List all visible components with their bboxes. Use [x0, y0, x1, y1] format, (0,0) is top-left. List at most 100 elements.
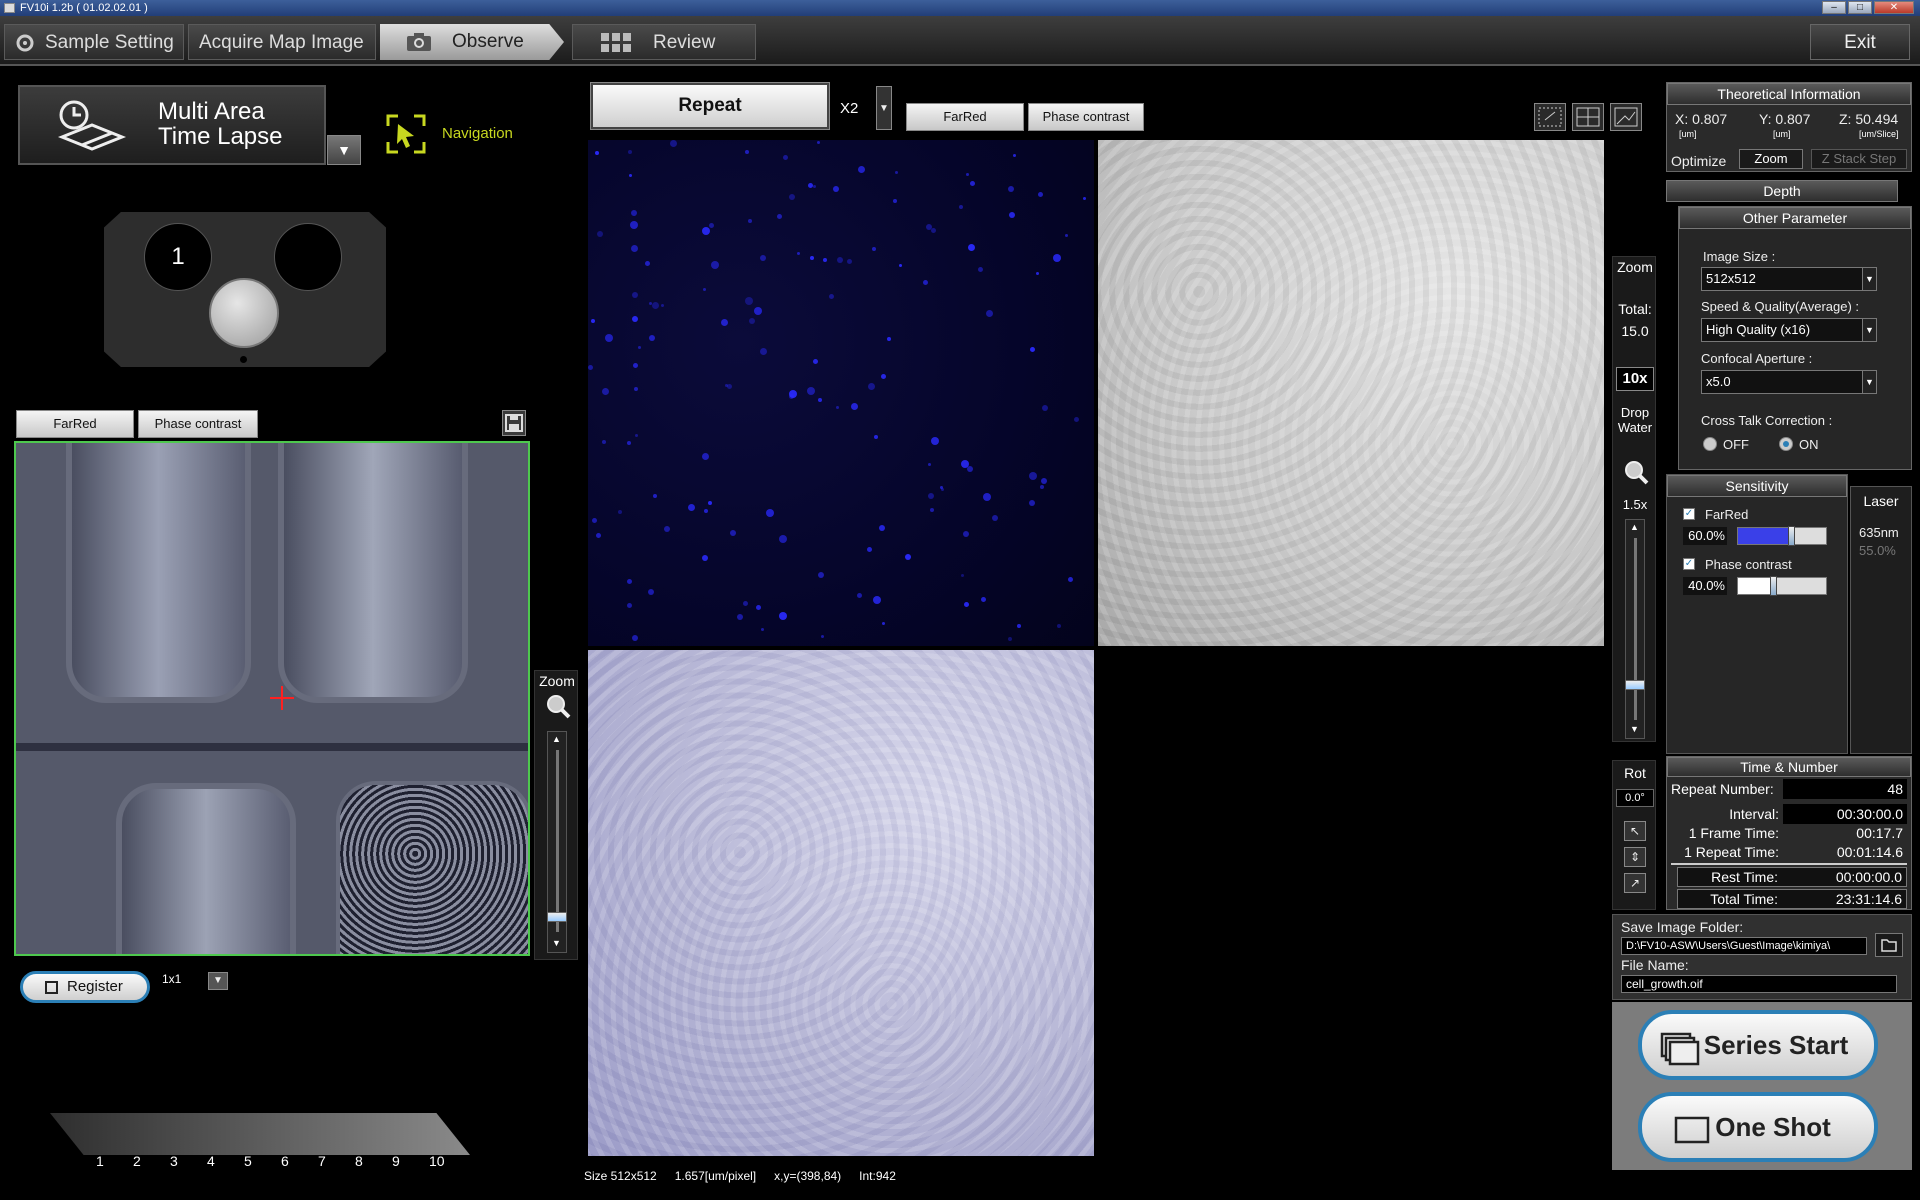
view-grid-button[interactable] — [1572, 103, 1604, 131]
farred-sensitivity-slider[interactable] — [1737, 526, 1827, 546]
slider-thumb[interactable] — [1770, 576, 1778, 596]
gear-icon — [16, 34, 34, 52]
slider-down-arrow[interactable]: ▼ — [1630, 724, 1639, 734]
navigation-label: Navigation — [442, 125, 513, 142]
tab-review[interactable]: Review — [572, 24, 756, 60]
objective-zoom-slider[interactable]: ▲ ▼ — [1625, 519, 1645, 739]
status-xy: x,y=(398,84) — [774, 1169, 842, 1183]
nucleus-dot — [823, 258, 827, 262]
nucleus-dot — [868, 383, 875, 390]
other-parameter-panel: Other Parameter Image Size : 512x512 ▼ Sp… — [1678, 206, 1912, 470]
tab-observe[interactable]: Observe — [380, 24, 564, 60]
repeat-time-label: 1 Repeat Time: — [1684, 844, 1779, 860]
grid-icon — [601, 33, 631, 52]
view-roi-button[interactable] — [1534, 103, 1566, 131]
nucleus-dot — [789, 390, 797, 398]
navigation-button[interactable]: Navigation — [386, 114, 546, 154]
maximize-button[interactable]: □ — [1848, 1, 1872, 14]
nucleus-dot — [1068, 577, 1073, 582]
nucleus-dot — [964, 602, 969, 607]
mode-dropdown-button[interactable]: ▼ — [327, 135, 361, 165]
slider-thumb[interactable] — [1787, 526, 1795, 546]
holder-slot-selected[interactable] — [209, 278, 279, 348]
exit-button[interactable]: Exit — [1810, 24, 1910, 60]
slider-up-arrow[interactable]: ▲ — [1630, 522, 1639, 532]
holder-slot-1[interactable]: 1 — [144, 223, 212, 291]
save-map-button[interactable] — [502, 410, 526, 436]
browse-folder-button[interactable] — [1875, 933, 1903, 957]
map-well-textured — [336, 781, 528, 954]
file-name-field[interactable]: cell_growth.oif — [1621, 975, 1897, 993]
phase-contrast-sensitivity-slider[interactable] — [1737, 576, 1827, 596]
nucleus-dot — [905, 554, 911, 560]
series-start-button[interactable]: Series Start — [1638, 1010, 1878, 1080]
view-single-button[interactable] — [1610, 103, 1642, 131]
z-stack-step-button[interactable]: Z Stack Step — [1811, 149, 1907, 169]
tab-sample-setting[interactable]: Sample Setting — [4, 24, 184, 60]
farred-channel-toggle[interactable]: ✓ FarRed — [1683, 507, 1843, 523]
scan-tab-farred[interactable]: FarRed — [906, 103, 1024, 131]
nucleus-dot — [1057, 624, 1061, 628]
tab-acquire-map-image[interactable]: Acquire Map Image — [188, 24, 376, 60]
crosstalk-off-radio[interactable]: OFF — [1703, 435, 1763, 453]
laser-wavelength: 635nm — [1859, 525, 1899, 540]
image-size-select[interactable]: 512x512 ▼ — [1701, 267, 1877, 291]
scan-tab-phase-contrast[interactable]: Phase contrast — [1028, 103, 1144, 131]
mode-selector[interactable]: Multi Area Time Lapse — [18, 85, 326, 165]
map-tab-phase-contrast[interactable]: Phase contrast — [138, 410, 258, 438]
slider-thumb[interactable] — [1625, 680, 1645, 690]
nucleus-dot — [847, 259, 852, 264]
repeat-number-input[interactable]: 48 — [1783, 779, 1907, 799]
rotate-reset-button[interactable]: ⇕ — [1624, 847, 1646, 867]
phase-contrast-image[interactable] — [1098, 140, 1604, 646]
optimize-zoom-button[interactable]: Zoom — [1739, 149, 1803, 169]
rotate-ccw-button[interactable]: ↖ — [1624, 821, 1646, 841]
nucleus-dot — [1036, 272, 1039, 275]
grid-size-dropdown[interactable]: ▼ — [208, 972, 228, 990]
aperture-select[interactable]: x5.0 ▼ — [1701, 370, 1877, 394]
nucleus-dot — [629, 174, 632, 177]
slider-thumb[interactable] — [547, 912, 567, 922]
nucleus-dot — [597, 231, 603, 237]
speed-quality-select[interactable]: High Quality (x16) ▼ — [1701, 318, 1877, 342]
merged-image[interactable] — [588, 650, 1094, 1156]
interval-input[interactable]: 00:30:00.0 — [1783, 804, 1907, 824]
nucleus-dot — [983, 493, 991, 501]
map-zoom-slider[interactable]: ▲ ▼ — [547, 731, 567, 953]
repeat-mode-button[interactable]: Repeat — [590, 82, 830, 130]
crosstalk-on-radio[interactable]: ON — [1779, 435, 1839, 453]
nucleus-dot — [1008, 637, 1012, 641]
holder-slot-2[interactable] — [274, 223, 342, 291]
one-shot-button[interactable]: One Shot — [1638, 1092, 1878, 1162]
save-folder-field[interactable]: D:\FV10-ASW\Users\Guest\Image\kimiya\ — [1621, 937, 1867, 955]
phase-contrast-channel-toggle[interactable]: ✓ Phase contrast — [1683, 557, 1843, 573]
multiplier-dropdown[interactable]: ▼ — [876, 86, 892, 130]
map-tab-farred[interactable]: FarRed — [16, 410, 134, 438]
theoretical-x: X: 0.807 — [1675, 111, 1728, 127]
drop-water-button[interactable]: Drop Water — [1613, 405, 1657, 435]
phase-texture — [1098, 140, 1604, 646]
merged-texture — [588, 650, 1094, 1156]
farred-image[interactable] — [588, 140, 1094, 646]
depth-button[interactable]: Depth — [1666, 180, 1898, 202]
minimize-button[interactable]: – — [1822, 1, 1846, 14]
crosstalk-label: Cross Talk Correction : — [1701, 413, 1833, 428]
rotate-cw-button[interactable]: ↗ — [1624, 873, 1646, 893]
nucleus-dot — [688, 504, 695, 511]
nucleus-dot — [779, 535, 787, 543]
slider-down-arrow[interactable]: ▼ — [552, 938, 561, 948]
nucleus-dot — [630, 221, 638, 229]
nucleus-dot — [879, 525, 885, 531]
objective-button[interactable]: 10x — [1616, 367, 1654, 391]
rot-value: 0.0° — [1616, 789, 1654, 807]
nucleus-dot — [837, 257, 843, 263]
close-window-button[interactable]: ✕ — [1874, 1, 1914, 14]
map-image[interactable] — [14, 441, 530, 956]
nucleus-dot — [899, 264, 902, 267]
slider-up-arrow[interactable]: ▲ — [552, 734, 561, 744]
nucleus-dot — [632, 316, 638, 322]
chevron-down-icon: ▼ — [1862, 268, 1876, 290]
focus-scale-bar[interactable] — [50, 1113, 470, 1155]
nucleus-dot — [756, 605, 761, 610]
register-button[interactable]: Register — [20, 971, 150, 1003]
